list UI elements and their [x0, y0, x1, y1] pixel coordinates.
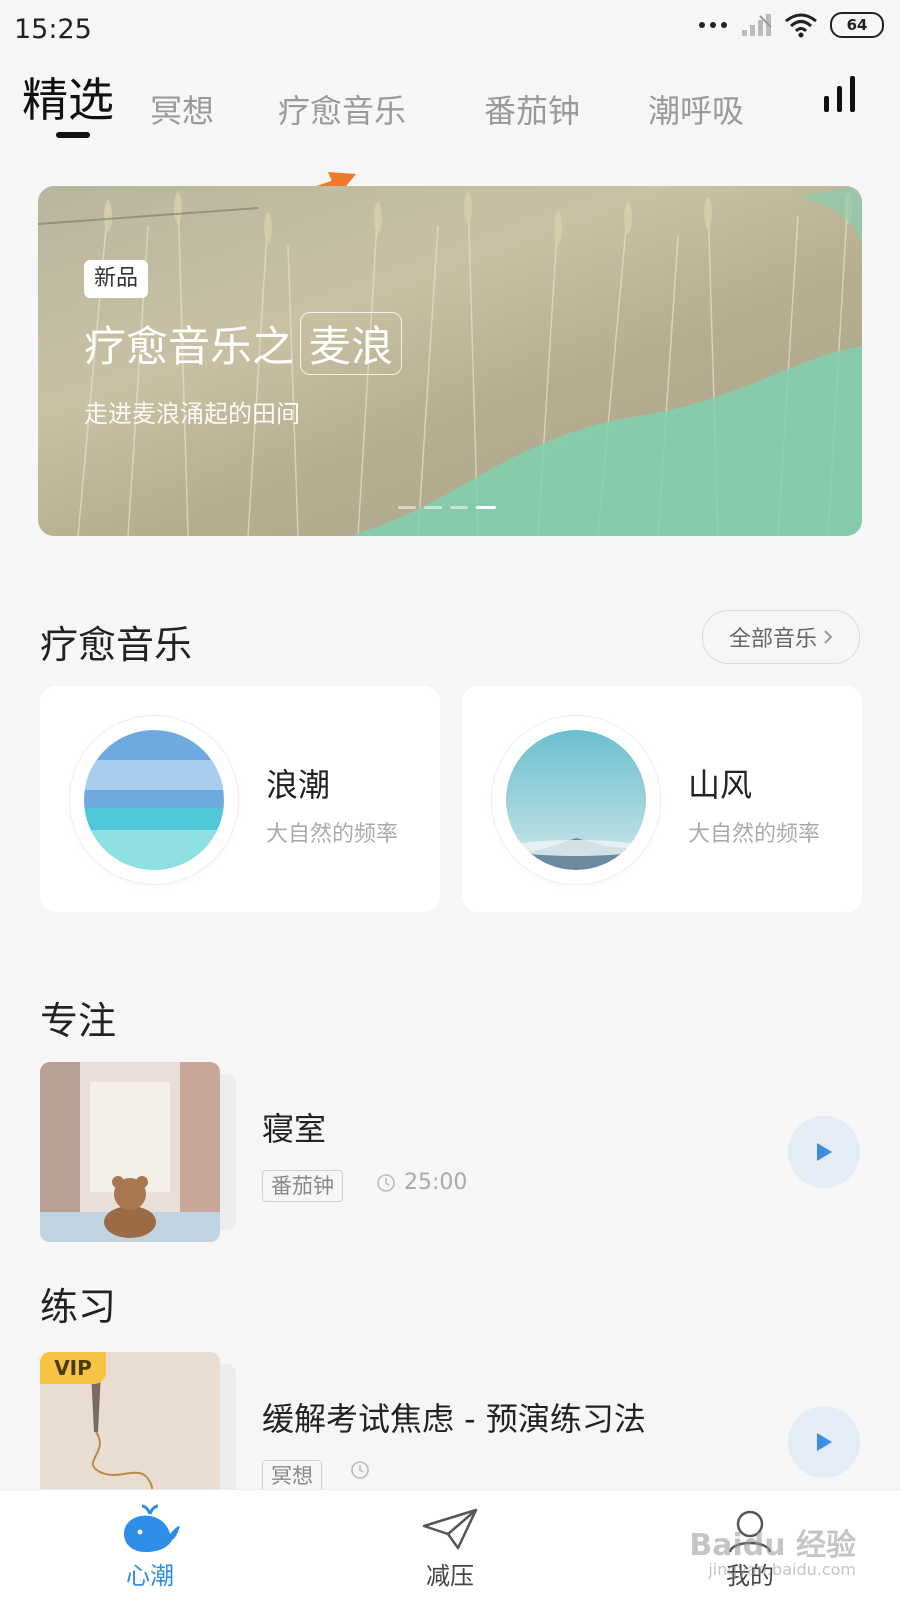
- bedroom-thumbnail-image: [40, 1062, 220, 1242]
- nav-item-stress-relief[interactable]: 减压: [300, 1490, 600, 1600]
- status-bar: 15:25 64: [0, 0, 900, 60]
- banner-title: 疗愈音乐之 麦浪: [84, 312, 403, 375]
- status-time: 15:25: [14, 14, 92, 45]
- music-cover-ring: [70, 716, 238, 884]
- play-icon: [817, 1143, 832, 1161]
- status-icons: 64: [698, 12, 884, 38]
- more-dots-icon: [699, 22, 727, 28]
- music-name: 浪潮: [266, 766, 331, 804]
- featured-banner[interactable]: 新品 疗愈音乐之 麦浪 走进麦浪涌起的田间: [38, 186, 862, 536]
- battery-indicator: 64: [830, 12, 884, 38]
- cellular-signal-icon: [742, 14, 772, 36]
- section-title-healing-music: 疗愈音乐: [40, 623, 193, 667]
- music-cover-ring: [492, 716, 660, 884]
- nav-label: 心潮: [126, 1562, 174, 1590]
- equalizer-icon[interactable]: [820, 74, 860, 114]
- vip-badge: VIP: [40, 1352, 106, 1384]
- page-dot-active: [476, 506, 496, 509]
- page-dot: [398, 506, 416, 509]
- all-music-button[interactable]: 全部音乐: [702, 610, 860, 664]
- banner-page-indicator: [398, 506, 496, 509]
- wifi-icon: [785, 13, 817, 38]
- music-card-mountain-wind[interactable]: 山风 大自然的频率: [462, 686, 862, 912]
- banner-subtitle: 走进麦浪涌起的田间: [84, 400, 300, 428]
- baidu-watermark-url: jingyan.baidu.com: [708, 1560, 856, 1579]
- item-tag: 冥想: [262, 1460, 322, 1492]
- active-tab-indicator: [56, 132, 90, 138]
- item-duration: [350, 1460, 370, 1480]
- paper-plane-icon: [422, 1508, 478, 1550]
- thumbnail: [40, 1062, 236, 1242]
- all-music-label: 全部音乐: [728, 627, 817, 652]
- nav-label: 减压: [426, 1562, 474, 1590]
- banner-title-highlight: 麦浪: [300, 312, 403, 375]
- tab-tide-breathing[interactable]: 潮呼吸: [648, 86, 744, 132]
- list-item-bedroom[interactable]: 寝室 番茄钟 25:00: [40, 1062, 860, 1242]
- music-name: 山风: [688, 766, 753, 804]
- play-button[interactable]: [788, 1406, 860, 1478]
- item-duration: 25:00: [376, 1170, 467, 1195]
- baidu-watermark: Baidu 经验: [689, 1528, 856, 1563]
- music-card-waves[interactable]: 浪潮 大自然的频率: [40, 686, 440, 912]
- play-icon: [817, 1433, 832, 1451]
- mountain-cover-image: [506, 730, 646, 870]
- nav-item-xinchao[interactable]: 心潮: [0, 1490, 300, 1600]
- music-description: 大自然的频率: [688, 822, 821, 847]
- tab-meditation[interactable]: 冥想: [150, 86, 214, 132]
- page-dot: [450, 506, 468, 509]
- duration-text: 25:00: [404, 1170, 468, 1195]
- tab-pomodoro[interactable]: 番茄钟: [484, 86, 580, 132]
- item-title: 寝室: [262, 1110, 327, 1148]
- page-dot: [424, 506, 442, 509]
- section-title-focus: 专注: [40, 999, 117, 1043]
- ocean-cover-image: [84, 730, 224, 870]
- clock-icon: [377, 1173, 395, 1192]
- banner-title-prefix: 疗愈音乐之: [84, 322, 295, 371]
- new-badge: 新品: [84, 260, 149, 298]
- whale-icon: [124, 1504, 180, 1552]
- music-description: 大自然的频率: [266, 822, 399, 847]
- chevron-right-icon: [824, 630, 833, 644]
- clock-icon: [351, 1461, 369, 1479]
- item-title: 缓解考试焦虑 - 预演练习法: [262, 1400, 646, 1438]
- tab-featured[interactable]: 精选: [22, 64, 114, 130]
- item-tag: 番茄钟: [262, 1170, 343, 1202]
- play-button[interactable]: [788, 1116, 860, 1188]
- section-title-practice: 练习: [40, 1285, 117, 1329]
- tab-healing-music[interactable]: 疗愈音乐: [278, 86, 406, 132]
- category-tabs: 精选 冥想 疗愈音乐 番茄钟 潮呼吸: [22, 64, 882, 144]
